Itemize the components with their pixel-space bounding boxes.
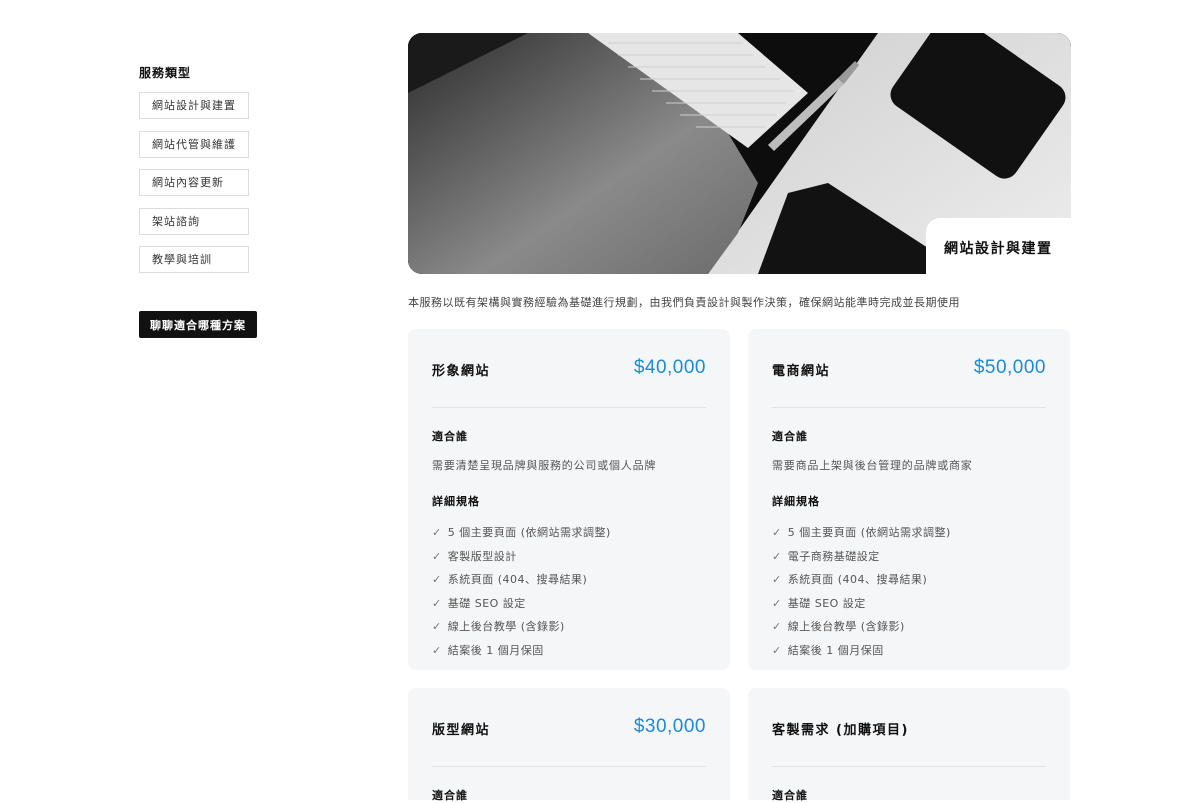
list-item: ✓ 電子商務基礎設定 xyxy=(772,549,880,563)
sidebar-item-consulting[interactable]: 架站諮詢 xyxy=(139,207,249,235)
who-text: 需要商品上架與後台管理的品牌或商家 xyxy=(772,459,973,472)
sidebar-item-content-update[interactable]: 網站內容更新 xyxy=(139,169,249,196)
plan-card-header: 版型網站 $30,000 xyxy=(432,688,706,767)
sidebar-title: 服務類型 xyxy=(139,66,192,80)
spec-title: 詳細規格 xyxy=(772,495,820,508)
plan-name: 客製需求 (加購項目) xyxy=(772,722,909,738)
list-item: ✓ 結案後 1 個月保固 xyxy=(432,643,544,657)
sidebar-item-training[interactable]: 教學與培訓 xyxy=(139,246,249,273)
plan-consult-button[interactable]: 聊聊適合哪種方案 xyxy=(139,311,257,338)
check-icon: ✓ xyxy=(772,620,782,633)
check-icon: ✓ xyxy=(432,596,442,610)
plan-name: 形象網站 xyxy=(432,363,491,379)
check-icon: ✓ xyxy=(432,573,442,586)
spec-list: ✓ 5 個主要頁面 (依網站需求調整) ✓ 電子商務基礎設定 ✓ 系統頁面 (404、… xyxy=(772,521,1046,662)
who-title: 適合誰 xyxy=(772,789,808,802)
sidebar-item-web-design[interactable]: 網站設計與建置 xyxy=(139,92,249,119)
list-item: ✓ 系統頁面 (404、搜尋結果) xyxy=(772,573,928,586)
list-item: ✓ 基礎 SEO 設定 xyxy=(772,596,866,610)
plan-card-ecommerce: 電商網站 $50,000 適合誰 需要商品上架與後台管理的品牌或商家 詳細規格 … xyxy=(748,329,1070,670)
check-icon: ✓ xyxy=(432,526,442,539)
service-type-sidebar: 服務類型 網站設計與建置 網站代管與維護 網站內容更新 架站諮詢 教學與培訓 聊… xyxy=(139,64,299,338)
plan-price: $40,000 xyxy=(633,357,706,378)
spec-title: 詳細規格 xyxy=(432,495,480,508)
list-item: ✓ 5 個主要頁面 (依網站需求調整) xyxy=(432,526,611,539)
plan-card-header: 形象網站 $40,000 xyxy=(432,329,706,408)
plan-card-custom: 客製需求 (加購項目) 適合誰 xyxy=(748,688,1070,802)
sidebar-item-hosting[interactable]: 網站代管與維護 xyxy=(139,130,249,158)
list-item: ✓ 5 個主要頁面 (依網站需求調整) xyxy=(772,526,951,539)
plan-price: $30,000 xyxy=(633,716,706,737)
list-item: ✓ 基礎 SEO 設定 xyxy=(432,596,526,610)
list-item: ✓ 線上後台教學 (含錄影) xyxy=(772,620,905,633)
plan-card-template: 版型網站 $30,000 適合誰 xyxy=(408,688,730,802)
plan-card-header: 客製需求 (加購項目) xyxy=(772,688,1046,767)
service-intro: 本服務以既有架構與實務經驗為基礎進行規劃，由我們負責設計與製作決策，確保網站能準… xyxy=(408,296,960,309)
list-item: ✓ 結案後 1 個月保固 xyxy=(772,643,884,657)
check-icon: ✓ xyxy=(772,549,782,563)
plan-price: $50,000 xyxy=(973,357,1046,378)
who-title: 適合誰 xyxy=(772,430,808,443)
who-text: 需要清楚呈現品牌與服務的公司或個人品牌 xyxy=(432,459,657,472)
list-item: ✓ 線上後台教學 (含錄影) xyxy=(432,620,565,633)
check-icon: ✓ xyxy=(772,573,782,586)
check-icon: ✓ xyxy=(772,596,782,610)
check-icon: ✓ xyxy=(432,643,442,657)
list-item: ✓ 客製版型設計 xyxy=(432,549,517,563)
who-title: 適合誰 xyxy=(432,430,468,443)
plan-card-header: 電商網站 $50,000 xyxy=(772,329,1046,408)
hero-label-text: 網站設計與建置 xyxy=(944,241,1053,257)
hero-banner: 網站設計與建置 xyxy=(408,33,1071,274)
check-icon: ✓ xyxy=(432,620,442,633)
check-icon: ✓ xyxy=(772,643,782,657)
plan-name: 版型網站 xyxy=(432,722,491,738)
list-item: ✓ 系統頁面 (404、搜尋結果) xyxy=(432,573,588,586)
check-icon: ✓ xyxy=(772,526,782,539)
hero-label: 網站設計與建置 xyxy=(926,218,1071,274)
spec-list: ✓ 5 個主要頁面 (依網站需求調整) ✓ 客製版型設計 ✓ 系統頁面 (404、搜尋… xyxy=(432,521,706,662)
who-title: 適合誰 xyxy=(432,789,468,802)
check-icon: ✓ xyxy=(432,549,442,563)
plan-name: 電商網站 xyxy=(772,363,831,379)
plan-card-brand: 形象網站 $40,000 適合誰 需要清楚呈現品牌與服務的公司或個人品牌 詳細規… xyxy=(408,329,730,670)
